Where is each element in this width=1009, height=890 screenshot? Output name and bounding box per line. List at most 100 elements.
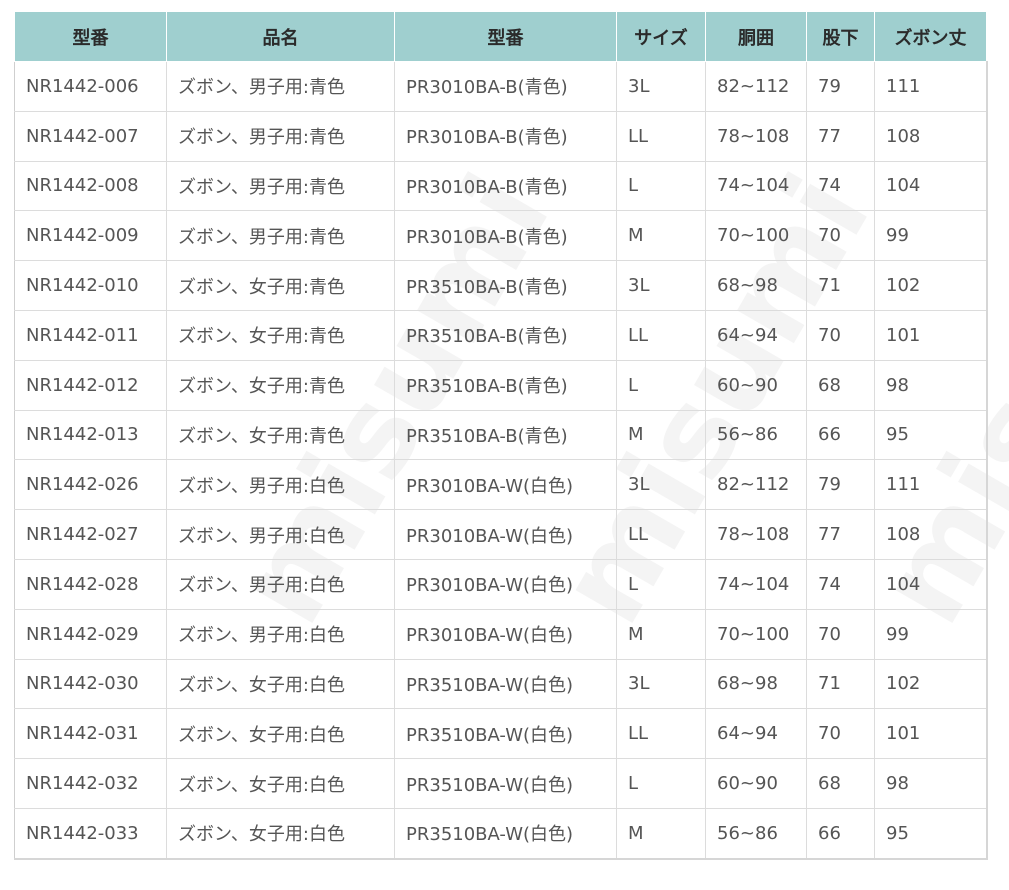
cell-model-number-2: PR3010BA-B(青色) bbox=[394, 210, 617, 262]
cell-product-name: ズボン、男子用:白色 bbox=[166, 558, 395, 610]
cell-model-number-2: PR3010BA-W(白色) bbox=[394, 558, 617, 610]
header-model-number-2: 型番 bbox=[394, 11, 617, 62]
cell-pants-length: 102 bbox=[874, 658, 988, 710]
cell-model-number-2: PR3510BA-W(白色) bbox=[394, 658, 617, 710]
cell-product-name: ズボン、女子用:白色 bbox=[166, 758, 395, 809]
cell-waist: 78~108 bbox=[705, 509, 807, 560]
cell-waist: 68~98 bbox=[705, 658, 807, 710]
table-row: NR1442-006 ズボン、男子用:青色 PR3010BA-B(青色) 3L 82~1… bbox=[14, 61, 988, 112]
spec-table: 型番 品名 型番 サイズ 胴囲 股下 ズボン丈 NR1442-006 ズボン、男子… bbox=[14, 11, 988, 860]
cell-waist: 68~98 bbox=[705, 260, 807, 311]
cell-inseam: 68 bbox=[806, 758, 875, 809]
cell-size: 3L bbox=[616, 61, 706, 112]
cell-model-number: NR1442-011 bbox=[14, 309, 167, 361]
cell-size: 3L bbox=[616, 260, 706, 311]
cell-product-name: ズボン、女子用:白色 bbox=[166, 708, 395, 760]
cell-size: L bbox=[616, 758, 706, 809]
cell-pants-length: 102 bbox=[874, 260, 988, 311]
cell-model-number: NR1442-012 bbox=[14, 359, 167, 411]
cell-model-number: NR1442-006 bbox=[14, 61, 167, 112]
cell-waist: 60~90 bbox=[705, 359, 807, 411]
cell-waist: 60~90 bbox=[705, 758, 807, 809]
cell-inseam: 74 bbox=[806, 558, 875, 610]
cell-waist: 82~112 bbox=[705, 459, 807, 511]
cell-model-number-2: PR3010BA-W(白色) bbox=[394, 509, 617, 560]
table-row: NR1442-009 ズボン、男子用:青色 PR3010BA-B(青色) M 70~10… bbox=[14, 210, 988, 262]
cell-size: L bbox=[616, 359, 706, 411]
cell-waist: 74~104 bbox=[705, 558, 807, 610]
table-row: NR1442-008 ズボン、男子用:青色 PR3010BA-B(青色) L 74~10… bbox=[14, 160, 988, 212]
cell-inseam: 77 bbox=[806, 110, 875, 162]
cell-size: LL bbox=[616, 110, 706, 162]
cell-product-name: ズボン、女子用:青色 bbox=[166, 309, 395, 361]
cell-pants-length: 98 bbox=[874, 758, 988, 809]
cell-product-name: ズボン、男子用:白色 bbox=[166, 459, 395, 511]
table-row: NR1442-029 ズボン、男子用:白色 PR3010BA-W(白色) M 70~10… bbox=[14, 608, 988, 660]
cell-waist: 64~94 bbox=[705, 309, 807, 361]
table-row: NR1442-010 ズボン、女子用:青色 PR3510BA-B(青色) 3L 68~9… bbox=[14, 260, 988, 311]
cell-product-name: ズボン、女子用:青色 bbox=[166, 260, 395, 311]
cell-pants-length: 98 bbox=[874, 359, 988, 411]
cell-waist: 56~86 bbox=[705, 807, 807, 860]
cell-product-name: ズボン、男子用:青色 bbox=[166, 61, 395, 112]
table-row: NR1442-026 ズボン、男子用:白色 PR3010BA-W(白色) 3L 82~1… bbox=[14, 459, 988, 511]
cell-size: M bbox=[616, 807, 706, 860]
table-row: NR1442-031 ズボン、女子用:白色 PR3510BA-W(白色) LL 64~9… bbox=[14, 708, 988, 760]
cell-size: M bbox=[616, 608, 706, 660]
cell-inseam: 70 bbox=[806, 210, 875, 262]
cell-model-number: NR1442-026 bbox=[14, 459, 167, 511]
cell-inseam: 68 bbox=[806, 359, 875, 411]
cell-model-number-2: PR3510BA-W(白色) bbox=[394, 758, 617, 809]
table-header-row: 型番 品名 型番 サイズ 胴囲 股下 ズボン丈 bbox=[14, 11, 987, 62]
cell-pants-length: 104 bbox=[874, 558, 988, 610]
cell-model-number: NR1442-007 bbox=[14, 110, 167, 162]
cell-inseam: 79 bbox=[806, 61, 875, 112]
cell-model-number: NR1442-031 bbox=[14, 708, 167, 760]
cell-model-number: NR1442-033 bbox=[14, 807, 167, 860]
cell-size: LL bbox=[616, 309, 706, 361]
cell-model-number: NR1442-028 bbox=[14, 558, 167, 610]
cell-inseam: 79 bbox=[806, 459, 875, 511]
cell-pants-length: 95 bbox=[874, 409, 988, 461]
cell-inseam: 77 bbox=[806, 509, 875, 560]
table-row: NR1442-027 ズボン、男子用:白色 PR3010BA-W(白色) LL 78~1… bbox=[14, 509, 988, 560]
cell-pants-length: 99 bbox=[874, 210, 988, 262]
cell-pants-length: 101 bbox=[874, 708, 988, 760]
cell-model-number-2: PR3510BA-B(青色) bbox=[394, 309, 617, 361]
cell-size: 3L bbox=[616, 459, 706, 511]
cell-size: 3L bbox=[616, 658, 706, 710]
cell-product-name: ズボン、女子用:青色 bbox=[166, 359, 395, 411]
cell-waist: 82~112 bbox=[705, 61, 807, 112]
header-inseam: 股下 bbox=[806, 11, 875, 62]
spec-table-container: 型番 品名 型番 サイズ 胴囲 股下 ズボン丈 NR1442-006 ズボン、男子… bbox=[14, 11, 988, 860]
cell-model-number-2: PR3010BA-B(青色) bbox=[394, 110, 617, 162]
cell-pants-length: 95 bbox=[874, 807, 988, 860]
cell-model-number: NR1442-013 bbox=[14, 409, 167, 461]
cell-model-number: NR1442-027 bbox=[14, 509, 167, 560]
cell-inseam: 70 bbox=[806, 608, 875, 660]
cell-model-number-2: PR3010BA-B(青色) bbox=[394, 160, 617, 212]
cell-pants-length: 108 bbox=[874, 110, 988, 162]
cell-size: M bbox=[616, 409, 706, 461]
table-row: NR1442-012 ズボン、女子用:青色 PR3510BA-B(青色) L 60~90… bbox=[14, 359, 988, 411]
cell-inseam: 74 bbox=[806, 160, 875, 212]
cell-pants-length: 108 bbox=[874, 509, 988, 560]
cell-pants-length: 99 bbox=[874, 608, 988, 660]
cell-product-name: ズボン、女子用:白色 bbox=[166, 658, 395, 710]
cell-model-number: NR1442-030 bbox=[14, 658, 167, 710]
cell-pants-length: 111 bbox=[874, 459, 988, 511]
table-row: NR1442-032 ズボン、女子用:白色 PR3510BA-W(白色) L 60~90… bbox=[14, 758, 988, 809]
cell-waist: 78~108 bbox=[705, 110, 807, 162]
cell-size: L bbox=[616, 160, 706, 212]
cell-product-name: ズボン、男子用:青色 bbox=[166, 160, 395, 212]
cell-model-number: NR1442-029 bbox=[14, 608, 167, 660]
cell-pants-length: 111 bbox=[874, 61, 988, 112]
cell-product-name: ズボン、男子用:青色 bbox=[166, 210, 395, 262]
cell-size: LL bbox=[616, 708, 706, 760]
cell-inseam: 70 bbox=[806, 309, 875, 361]
cell-product-name: ズボン、女子用:青色 bbox=[166, 409, 395, 461]
cell-waist: 74~104 bbox=[705, 160, 807, 212]
cell-model-number-2: PR3010BA-W(白色) bbox=[394, 459, 617, 511]
cell-inseam: 66 bbox=[806, 807, 875, 860]
cell-inseam: 71 bbox=[806, 260, 875, 311]
